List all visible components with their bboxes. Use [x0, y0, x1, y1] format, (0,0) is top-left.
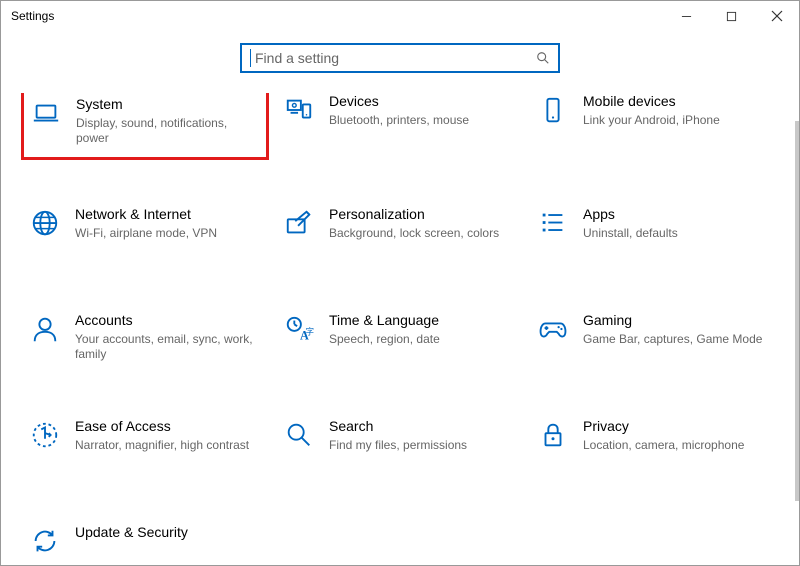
tile-subtitle: Wi-Fi, airplane mode, VPN [75, 226, 217, 242]
tile-subtitle: Narrator, magnifier, high contrast [75, 438, 249, 454]
gamepad-icon [537, 312, 569, 372]
magnifier-icon [283, 418, 315, 478]
settings-grid: System Display, sound, notifications, po… [29, 93, 771, 565]
tile-subtitle: Uninstall, defaults [583, 226, 678, 242]
tile-mobile-devices[interactable]: Mobile devices Link your Android, iPhone [537, 93, 771, 160]
tile-time-language[interactable]: A字 Time & Language Speech, region, date [283, 312, 517, 372]
search-icon [536, 51, 550, 65]
tile-title: Devices [329, 93, 469, 110]
tile-network[interactable]: Network & Internet Wi-Fi, airplane mode,… [29, 206, 263, 266]
tile-title: Update & Security [75, 524, 188, 541]
search-box[interactable] [240, 43, 560, 73]
user-icon [29, 312, 61, 372]
tile-title: Search [329, 418, 467, 435]
minimize-button[interactable] [664, 1, 709, 31]
tile-subtitle: Link your Android, iPhone [583, 113, 720, 129]
settings-window: Settings [0, 0, 800, 566]
tile-personalization[interactable]: Personalization Background, lock screen,… [283, 206, 517, 266]
scrollbar[interactable] [795, 121, 799, 501]
phone-icon [537, 93, 569, 160]
tile-subtitle: Game Bar, captures, Game Mode [583, 332, 762, 348]
tile-subtitle: Speech, region, date [329, 332, 440, 348]
text-caret [250, 49, 251, 67]
tile-accounts[interactable]: Accounts Your accounts, email, sync, wor… [29, 312, 263, 372]
globe-icon [29, 206, 61, 266]
tile-subtitle: Background, lock screen, colors [329, 226, 499, 242]
tile-title: Accounts [75, 312, 255, 329]
tile-system[interactable]: System Display, sound, notifications, po… [21, 93, 269, 160]
maximize-icon [726, 11, 737, 22]
tile-title: Ease of Access [75, 418, 249, 435]
laptop-icon [30, 96, 62, 147]
tile-ease-of-access[interactable]: Ease of Access Narrator, magnifier, high… [29, 418, 263, 478]
tile-gaming[interactable]: Gaming Game Bar, captures, Game Mode [537, 312, 771, 372]
tile-title: Privacy [583, 418, 744, 435]
tile-title: Network & Internet [75, 206, 217, 223]
time-language-icon: A字 [283, 312, 315, 372]
tile-subtitle: Your accounts, email, sync, work, family [75, 332, 255, 363]
tile-title: Mobile devices [583, 93, 720, 110]
window-title: Settings [11, 9, 54, 23]
tile-apps[interactable]: Apps Uninstall, defaults [537, 206, 771, 266]
tile-devices[interactable]: Devices Bluetooth, printers, mouse [283, 93, 517, 160]
tile-privacy[interactable]: Privacy Location, camera, microphone [537, 418, 771, 478]
maximize-button[interactable] [709, 1, 754, 31]
tile-search[interactable]: Search Find my files, permissions [283, 418, 517, 478]
search-row [1, 31, 799, 93]
devices-icon [283, 93, 315, 160]
tile-title: Time & Language [329, 312, 440, 329]
tile-title: Gaming [583, 312, 762, 329]
close-button[interactable] [754, 1, 799, 31]
minimize-icon [681, 11, 692, 22]
tile-subtitle: Bluetooth, printers, mouse [329, 113, 469, 129]
tile-title: System [76, 96, 256, 113]
tile-update-security[interactable]: Update & Security [29, 524, 263, 565]
update-icon [29, 524, 61, 565]
search-input[interactable] [253, 45, 517, 71]
close-icon [771, 10, 783, 22]
tile-title: Personalization [329, 206, 499, 223]
tile-subtitle: Find my files, permissions [329, 438, 467, 454]
apps-list-icon [537, 206, 569, 266]
tile-title: Apps [583, 206, 678, 223]
lock-icon [537, 418, 569, 478]
tile-subtitle: Location, camera, microphone [583, 438, 744, 454]
titlebar: Settings [1, 1, 799, 31]
content-area: System Display, sound, notifications, po… [1, 93, 799, 565]
svg-text:字: 字 [306, 327, 314, 337]
tile-subtitle: Display, sound, notifications, power [76, 116, 256, 147]
ease-of-access-icon [29, 418, 61, 478]
window-controls [664, 1, 799, 31]
paint-icon [283, 206, 315, 266]
